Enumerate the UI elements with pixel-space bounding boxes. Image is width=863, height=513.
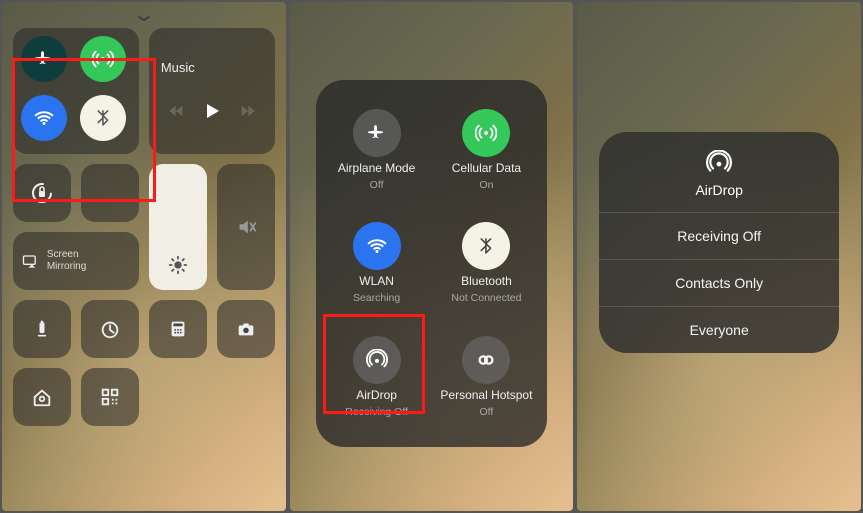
airplane-mode-item[interactable]: Airplane Mode Off: [322, 94, 432, 206]
do-not-disturb-toggle[interactable]: [81, 164, 139, 222]
calculator-button[interactable]: [149, 300, 207, 358]
airplane-icon: [366, 122, 388, 144]
airplane-status: Off: [370, 179, 384, 191]
previous-track-icon[interactable]: [164, 101, 184, 121]
brightness-icon: [167, 254, 189, 276]
screen-mirroring-icon: [21, 251, 41, 271]
hotspot-label: Personal Hotspot: [440, 388, 532, 402]
connectivity-panel: Airplane Mode Off Cellular Data On WLAN …: [316, 80, 548, 447]
airdrop-icon: [706, 150, 732, 176]
connectivity-expanded-pane: Airplane Mode Off Cellular Data On WLAN …: [290, 2, 574, 511]
bluetooth-item[interactable]: Bluetooth Not Connected: [432, 208, 542, 320]
next-track-icon[interactable]: [240, 101, 260, 121]
wlan-status: Searching: [353, 292, 400, 304]
screen-mirroring-button[interactable]: Screen Mirroring: [13, 232, 139, 290]
airdrop-sheet: AirDrop Receiving Off Contacts Only Ever…: [599, 132, 839, 353]
cellular-status: On: [479, 179, 493, 191]
cellular-data-item[interactable]: Cellular Data On: [432, 94, 542, 206]
airdrop-option-contacts-only[interactable]: Contacts Only: [599, 259, 839, 306]
connectivity-module[interactable]: [13, 28, 139, 154]
qr-scan-button[interactable]: [81, 368, 139, 426]
orientation-lock-toggle[interactable]: [13, 164, 71, 222]
airdrop-icon: [366, 349, 388, 371]
personal-hotspot-item[interactable]: Personal Hotspot Off: [432, 321, 542, 433]
brightness-slider[interactable]: [149, 164, 207, 290]
bluetooth-toggle[interactable]: [80, 95, 126, 141]
airplane-mode-toggle[interactable]: [21, 36, 67, 82]
cellular-icon: [475, 122, 497, 144]
dismiss-chevron-icon[interactable]: [133, 12, 155, 20]
cellular-data-toggle[interactable]: [80, 36, 126, 82]
cellular-label: Cellular Data: [452, 161, 521, 175]
play-icon[interactable]: [200, 99, 224, 123]
bluetooth-status: Not Connected: [451, 292, 521, 304]
wifi-icon: [366, 235, 388, 257]
airdrop-label: AirDrop: [356, 388, 397, 402]
wlan-item[interactable]: WLAN Searching: [322, 208, 432, 320]
music-title: Music: [161, 60, 195, 75]
airdrop-status: Receiving Off: [345, 406, 408, 418]
hotspot-icon: [475, 349, 497, 371]
home-button[interactable]: [13, 368, 71, 426]
music-module[interactable]: Music: [149, 28, 275, 154]
mute-icon: [235, 216, 257, 238]
timer-button[interactable]: [81, 300, 139, 358]
camera-button[interactable]: [217, 300, 275, 358]
wifi-toggle[interactable]: [21, 95, 67, 141]
airplane-label: Airplane Mode: [338, 161, 415, 175]
screen-mirroring-label: Screen Mirroring: [47, 249, 86, 273]
control-center-pane: Music Screen Mirroring: [2, 2, 286, 511]
wlan-label: WLAN: [359, 274, 394, 288]
airdrop-title: AirDrop: [695, 182, 742, 198]
bluetooth-icon: [475, 235, 497, 257]
airdrop-item[interactable]: AirDrop Receiving Off: [322, 321, 432, 433]
volume-slider[interactable]: [217, 164, 275, 290]
hotspot-status: Off: [480, 406, 494, 418]
airdrop-option-everyone[interactable]: Everyone: [599, 306, 839, 353]
airdrop-option-receiving-off[interactable]: Receiving Off: [599, 212, 839, 259]
bluetooth-label: Bluetooth: [461, 274, 512, 288]
airdrop-menu-pane: AirDrop Receiving Off Contacts Only Ever…: [577, 2, 861, 511]
flashlight-button[interactable]: [13, 300, 71, 358]
